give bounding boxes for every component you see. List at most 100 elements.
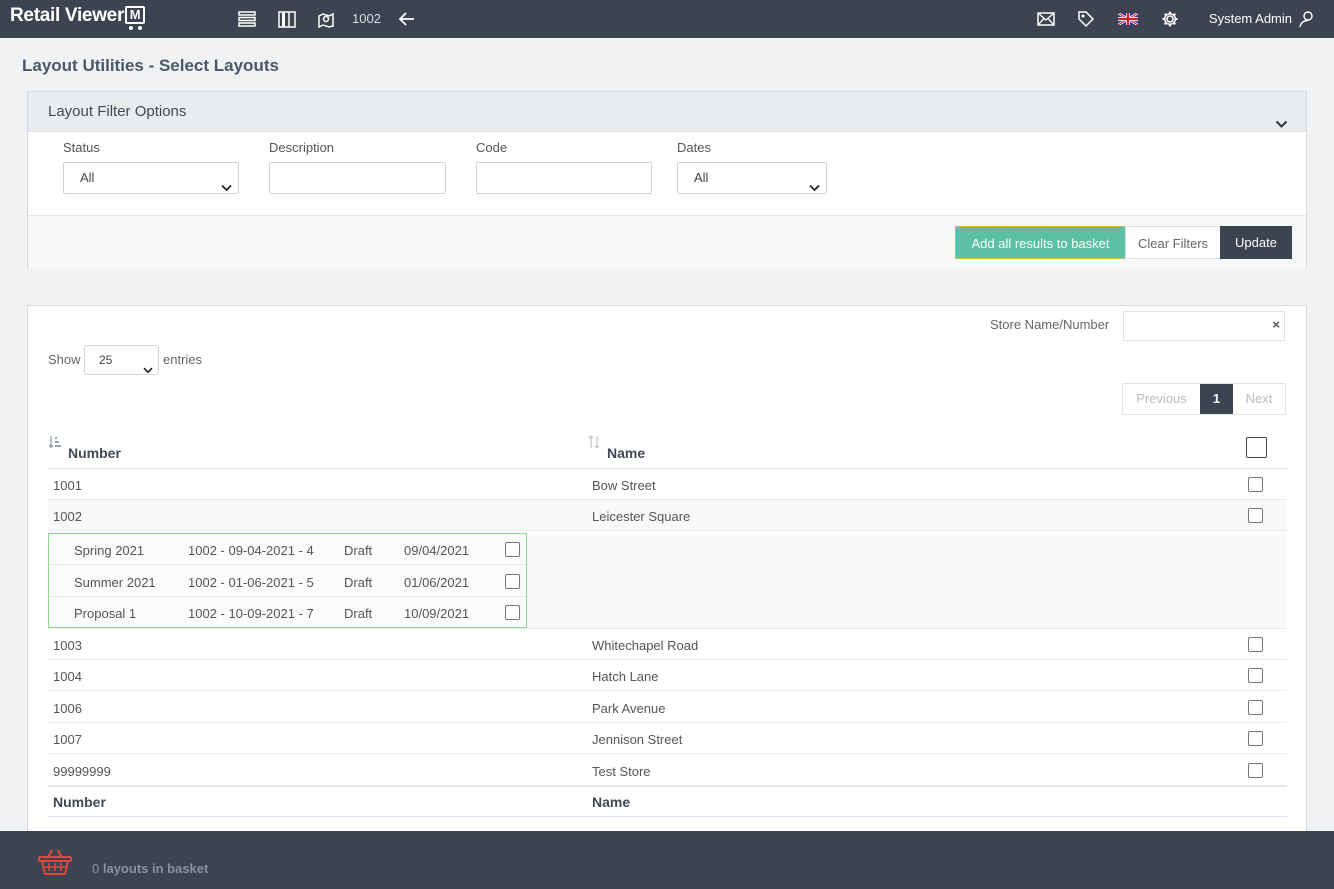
column-header-name[interactable]: Name [607, 445, 645, 461]
column-footer-name: Name [592, 794, 631, 810]
current-store-number: 1002 [352, 11, 381, 26]
layout-checkbox[interactable] [505, 542, 520, 557]
sort-both-icon[interactable] [587, 435, 601, 452]
entries-label: entries [163, 352, 203, 367]
basket-label: layouts in basket [102, 861, 209, 876]
status-select-value: All [80, 170, 95, 185]
store-search-label: Store Name/Number [990, 317, 1110, 332]
layout-status: Draft [344, 606, 373, 621]
clear-search-icon[interactable]: × [1272, 317, 1280, 332]
row-checkbox[interactable] [1248, 637, 1263, 652]
row-checkbox[interactable] [1248, 700, 1263, 715]
code-input[interactable] [476, 162, 652, 194]
row-checkbox[interactable] [1248, 477, 1263, 492]
filter-panel-footer: Add all results to basket Clear Filters … [28, 215, 1306, 269]
store-number: 1002 [53, 509, 82, 524]
store-name: Leicester Square [592, 509, 691, 524]
store-number: 1006 [53, 701, 82, 716]
user-profile-icon[interactable] [1297, 9, 1317, 29]
table-header: Number Name [48, 431, 1287, 469]
dates-select[interactable]: All [677, 162, 827, 194]
page-length-value: 25 [99, 353, 113, 367]
layout-date: 10/09/2021 [404, 606, 470, 621]
store-name: Bow Street [592, 478, 656, 493]
table-row[interactable]: 1004 Hatch Lane [48, 660, 1287, 691]
description-input[interactable] [269, 162, 446, 194]
chevron-down-icon [143, 356, 153, 384]
logo-badge: M [125, 6, 146, 30]
layout-checkbox[interactable] [505, 574, 520, 589]
table-row[interactable]: 99999999 Test Store [48, 755, 1287, 786]
add-all-to-basket-button[interactable]: Add all results to basket [955, 226, 1126, 259]
previous-page-button[interactable]: Previous [1123, 384, 1200, 414]
row-checkbox[interactable] [1248, 763, 1263, 778]
table-row[interactable]: 1003 Whitechapel Road [48, 629, 1287, 660]
list-icon[interactable] [237, 9, 257, 29]
planogram-icon[interactable] [277, 9, 297, 29]
store-map-icon[interactable] [316, 9, 336, 29]
clear-filters-button[interactable]: Clear Filters [1125, 226, 1221, 259]
store-name: Jennison Street [592, 732, 683, 747]
layout-status: Draft [344, 543, 373, 558]
basket-icon[interactable] [38, 848, 72, 879]
show-label: Show [48, 352, 81, 367]
app-logo[interactable]: Retail Viewer M [10, 5, 146, 30]
table-row[interactable]: 1002 Leicester Square [48, 500, 1287, 531]
row-checkbox[interactable] [1248, 731, 1263, 746]
layout-row[interactable]: Proposal 1 1002 - 10-09-2021 - 7 Draft 1… [49, 597, 526, 628]
layout-filter-panel: Layout Filter Options Status All Descrip… [27, 91, 1307, 269]
status-select[interactable]: All [63, 162, 239, 194]
back-arrow-icon[interactable] [397, 9, 417, 29]
table-row[interactable]: 1006 Park Avenue [48, 692, 1287, 723]
user-name[interactable]: System Admin [1209, 11, 1292, 26]
column-header-number[interactable]: Number [68, 445, 121, 461]
layout-name: Summer 2021 [74, 575, 156, 590]
mail-icon[interactable] [1036, 9, 1056, 29]
store-name: Whitechapel Road [592, 638, 699, 653]
dates-select-value: All [694, 170, 709, 185]
settings-gear-icon[interactable] [1160, 9, 1180, 29]
select-all-checkbox[interactable] [1246, 437, 1267, 458]
update-button[interactable]: Update [1220, 226, 1292, 259]
uk-flag-icon[interactable] [1118, 9, 1138, 29]
basket-status: 0 layouts in basket [92, 861, 208, 876]
tag-icon[interactable] [1076, 9, 1096, 29]
store-number: 1003 [53, 638, 82, 653]
filter-panel-header[interactable]: Layout Filter Options [28, 92, 1306, 132]
layouts-subtable: Spring 2021 1002 - 09-04-2021 - 4 Draft … [48, 533, 527, 628]
filter-panel-title: Layout Filter Options [48, 103, 187, 120]
store-number: 99999999 [53, 764, 111, 779]
store-number: 1004 [53, 669, 82, 684]
layout-code: 1002 - 10-09-2021 - 7 [188, 606, 314, 621]
layout-row[interactable]: Summer 2021 1002 - 01-06-2021 - 5 Draft … [49, 566, 526, 597]
pagination: Previous 1 Next [1122, 383, 1286, 415]
layout-status: Draft [344, 575, 373, 590]
next-page-button[interactable]: Next [1233, 384, 1285, 414]
page-1-button[interactable]: 1 [1200, 384, 1233, 414]
basket-bar: 0 layouts in basket [0, 831, 1334, 889]
page-length-select[interactable]: 25 [84, 345, 159, 375]
basket-count: 0 [92, 861, 100, 876]
column-footer-number: Number [53, 794, 106, 810]
layout-checkbox[interactable] [505, 605, 520, 620]
status-label: Status [63, 140, 100, 155]
table-row[interactable]: 1001 Bow Street [48, 469, 1287, 500]
store-name: Test Store [592, 764, 651, 779]
layout-code: 1002 - 09-04-2021 - 4 [188, 543, 314, 558]
code-label: Code [476, 140, 508, 155]
dates-label: Dates [677, 140, 711, 155]
layout-row[interactable]: Spring 2021 1002 - 09-04-2021 - 4 Draft … [49, 534, 526, 565]
layout-code: 1002 - 01-06-2021 - 5 [188, 575, 314, 590]
expanded-layouts-row: Spring 2021 1002 - 09-04-2021 - 4 Draft … [48, 532, 1287, 629]
layout-date: 01/06/2021 [404, 575, 470, 590]
layout-name: Proposal 1 [74, 606, 137, 621]
chevron-down-icon[interactable] [1275, 105, 1288, 145]
row-checkbox[interactable] [1248, 668, 1263, 683]
store-search-input[interactable]: × [1123, 311, 1285, 341]
table-row[interactable]: 1007 Jennison Street [48, 723, 1287, 754]
row-checkbox[interactable] [1248, 508, 1263, 523]
sort-ascending-icon[interactable] [48, 435, 62, 452]
results-panel: Store Name/Number × Show 25 entries Prev… [27, 305, 1307, 845]
layout-name: Spring 2021 [74, 543, 145, 558]
chevron-down-icon [221, 173, 232, 203]
